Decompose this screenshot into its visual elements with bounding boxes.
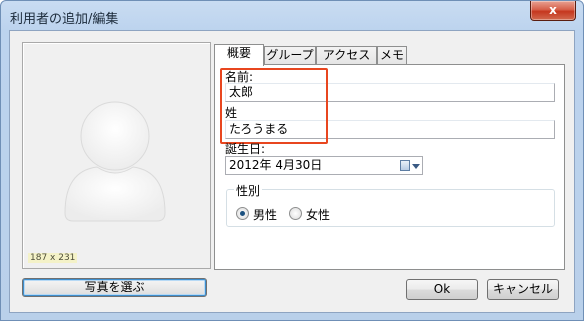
tab-groups[interactable]: グループ bbox=[264, 46, 316, 65]
birthday-picker[interactable]: 2012年 4月30日 bbox=[225, 156, 423, 175]
cancel-button[interactable]: キャンセル bbox=[487, 279, 559, 300]
birthday-value: 2012年 4月30日 bbox=[229, 158, 323, 172]
gender-group: 性別 男性 女性 bbox=[226, 182, 555, 227]
photo-panel[interactable]: 187 x 231 bbox=[22, 42, 211, 269]
birthday-label: 誕生日: bbox=[225, 142, 266, 156]
chevron-down-icon[interactable] bbox=[412, 164, 420, 169]
user-avatar-icon bbox=[64, 101, 166, 222]
window-title: 利用者の追加/編集 bbox=[10, 12, 119, 27]
close-icon: x bbox=[549, 3, 557, 17]
tab-access[interactable]: アクセス権 bbox=[316, 46, 377, 79]
dialog-window: 利用者の追加/編集 x 187 x 231 写真を選ぶ 概要 グループ アクセス… bbox=[0, 0, 584, 321]
photo-size-label: 187 x 231 bbox=[28, 253, 78, 263]
gender-legend: 性別 bbox=[234, 182, 263, 199]
female-label[interactable]: 女性 bbox=[306, 206, 330, 223]
ok-button[interactable]: Ok bbox=[406, 279, 478, 300]
close-button[interactable]: x bbox=[530, 1, 576, 21]
tab-memo[interactable]: メモ bbox=[377, 46, 407, 65]
choose-photo-button[interactable]: 写真を選ぶ bbox=[22, 278, 207, 297]
highlight-box bbox=[220, 68, 328, 144]
dialog-body: 187 x 231 写真を選ぶ 概要 グループ アクセス権 メモ 名前: 太郎 … bbox=[9, 30, 575, 313]
calendar-icon[interactable] bbox=[400, 160, 410, 171]
title-bar: 利用者の追加/編集 x bbox=[1, 1, 583, 31]
overview-panel: 名前: 太郎 姓 たろうまる 誕生日: 2012年 4月30日 性別 男性 女性 bbox=[214, 64, 565, 270]
female-radio[interactable] bbox=[289, 207, 302, 220]
male-label[interactable]: 男性 bbox=[253, 206, 277, 223]
tab-overview[interactable]: 概要 bbox=[214, 44, 264, 66]
male-radio[interactable] bbox=[236, 207, 249, 220]
